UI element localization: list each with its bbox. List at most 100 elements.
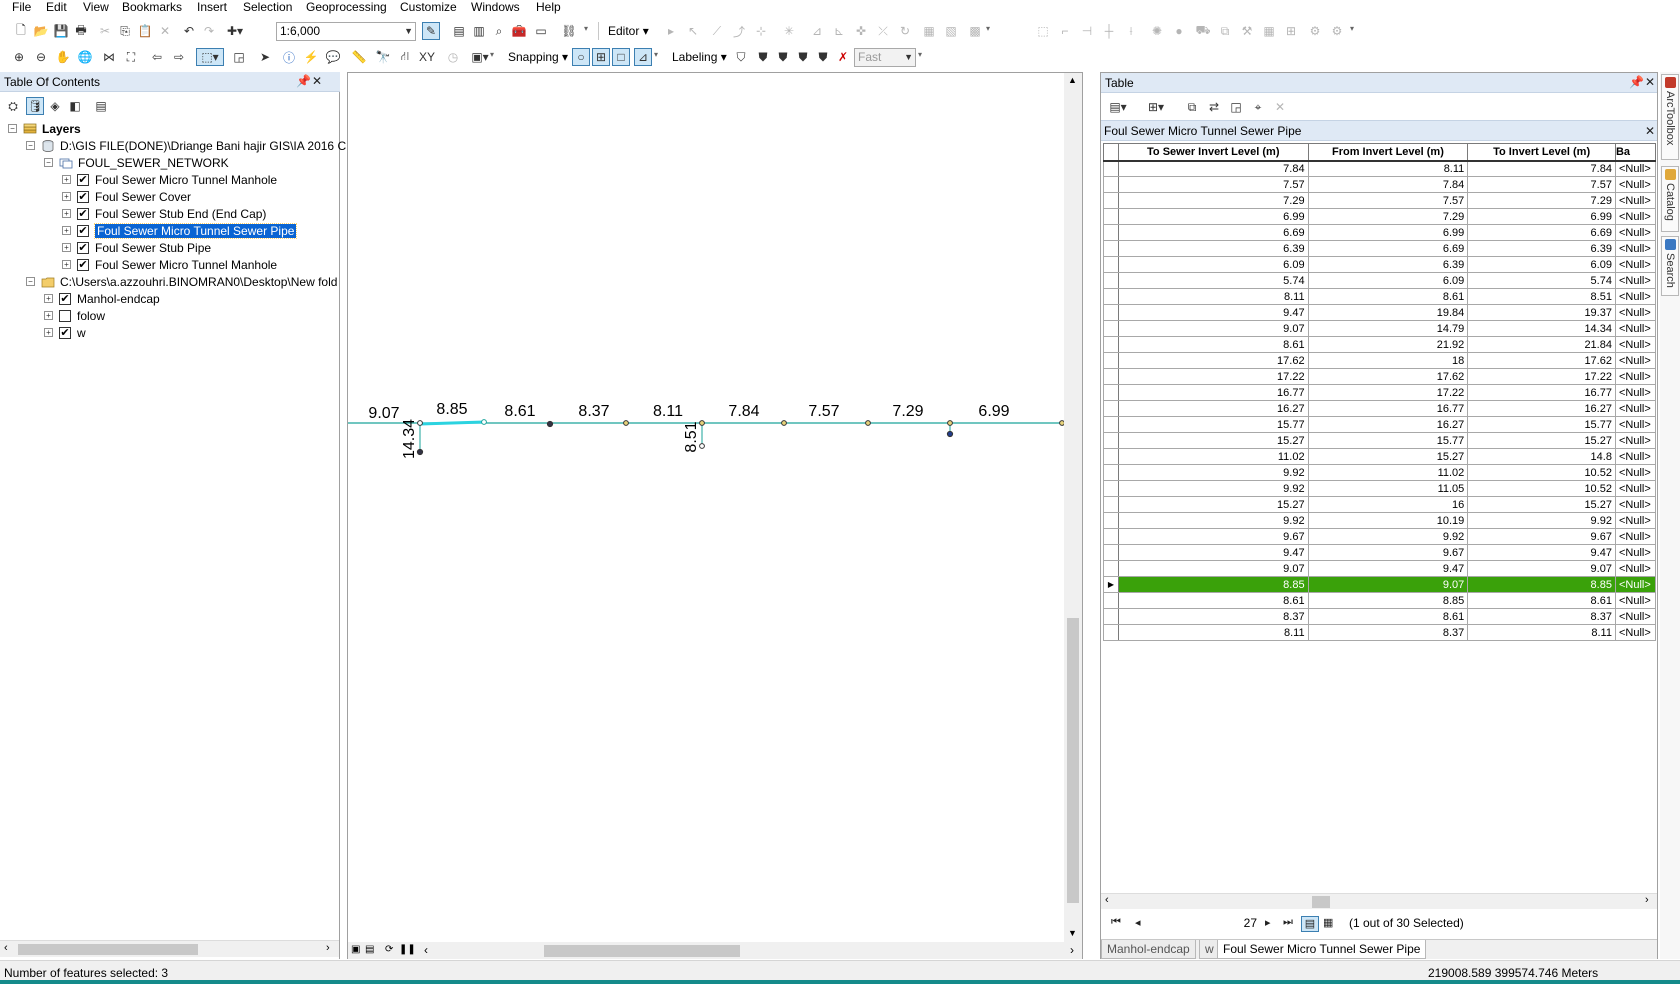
table-row[interactable]: 9.92 11.02 10.52 <Null>	[1103, 464, 1656, 481]
snapping-menu[interactable]: Snapping ▾	[508, 48, 568, 67]
table-cell[interactable]: 17.22	[1467, 368, 1616, 385]
row-selector[interactable]	[1103, 256, 1119, 273]
table-cell[interactable]: <Null>	[1614, 368, 1656, 385]
table-cell[interactable]: 10.19	[1307, 512, 1469, 529]
list-by-drawing-order-icon[interactable]: ⛭	[4, 97, 22, 115]
manhole-point[interactable]	[546, 420, 554, 428]
table-cell[interactable]: 9.67	[1307, 544, 1469, 561]
edit-annotation-icon[interactable]: ↖	[684, 22, 702, 40]
table-cell[interactable]: 8.51	[1467, 288, 1616, 305]
endcap-point[interactable]	[946, 430, 954, 438]
table-cell[interactable]: 15.27	[1307, 448, 1469, 465]
table-cell[interactable]: <Null>	[1614, 288, 1656, 305]
identify-icon[interactable]: ⓘ	[280, 48, 298, 66]
map-view[interactable]: 9.07 8.85 8.61 8.37 8.11 7.84 7.57 7.29 …	[347, 72, 1083, 959]
cut-icon[interactable]: ✂	[96, 22, 114, 40]
editor-menu[interactable]: Editor ▾	[608, 22, 649, 41]
view-unplaced-labels-icon[interactable]: ✗	[834, 48, 852, 66]
lock-labels-icon[interactable]: ⛊	[794, 48, 812, 66]
toolbar-grip-icon[interactable]: ▾	[654, 50, 662, 68]
paste-icon[interactable]: 📋	[136, 22, 154, 40]
layer-visibility-checkbox[interactable]: ✔	[77, 258, 89, 271]
manhole-point[interactable]	[781, 420, 787, 426]
toc-layer-w[interactable]: + ✔ w	[44, 324, 86, 341]
layer-visibility-checkbox[interactable]: ✔	[77, 241, 89, 254]
arctoolbox-tab[interactable]: ArcToolbox	[1661, 74, 1679, 160]
vertex-snapping-icon[interactable]: □	[612, 48, 630, 66]
row-selector[interactable]	[1103, 592, 1119, 609]
table-cell[interactable]: <Null>	[1614, 208, 1656, 225]
row-selector[interactable]	[1103, 192, 1119, 209]
toc-layer-micro-tunnel-sewer-pipe[interactable]: + ✔ Foul Sewer Micro Tunnel Sewer Pipe	[62, 222, 298, 239]
table-row[interactable]: 7.29 7.57 7.29 <Null>	[1103, 192, 1656, 209]
table-cell[interactable]: 9.67	[1467, 528, 1616, 545]
table-cell[interactable]: 7.57	[1117, 176, 1309, 193]
table-cell[interactable]: 6.69	[1307, 240, 1469, 257]
table-cell[interactable]: <Null>	[1614, 464, 1656, 481]
table-cell[interactable]: 11.02	[1307, 464, 1469, 481]
labeling-menu[interactable]: Labeling ▾	[672, 48, 727, 67]
table-row[interactable]: 6.69 6.99 6.69 <Null>	[1103, 224, 1656, 241]
point-icon[interactable]: ✳	[780, 22, 798, 40]
selected-pipe-segment[interactable]	[419, 420, 485, 426]
table-cell[interactable]: 15.77	[1467, 416, 1616, 433]
menu-selection[interactable]: Selection	[243, 0, 292, 14]
editor-toolbar-icon[interactable]: ✎	[422, 22, 440, 40]
table-row[interactable]: 15.77 16.27 15.77 <Null>	[1103, 416, 1656, 433]
menu-file[interactable]: File	[12, 0, 31, 14]
table-cell[interactable]: 7.57	[1467, 176, 1616, 193]
collapse-icon[interactable]: −	[26, 141, 35, 150]
map-vertical-scrollbar[interactable]: ▲ ▼	[1064, 73, 1082, 942]
toolbar-grip-icon[interactable]: ▾	[918, 50, 926, 68]
row-selector[interactable]	[1103, 208, 1119, 225]
table-cell[interactable]: <Null>	[1614, 576, 1656, 593]
end-snapping-icon[interactable]: ⊞	[592, 48, 610, 66]
create-features-icon[interactable]: ▩	[966, 22, 984, 40]
zoom-out-icon[interactable]: ⊖	[32, 48, 50, 66]
table-row[interactable]: 8.37 8.61 8.37 <Null>	[1103, 608, 1656, 625]
next-record-icon[interactable]: ▸	[1265, 916, 1271, 929]
table-cell[interactable]: <Null>	[1614, 592, 1656, 609]
table-cell[interactable]: 6.69	[1117, 224, 1309, 241]
toc-layer-folow[interactable]: + folow	[44, 307, 105, 324]
row-selector[interactable]	[1103, 336, 1119, 353]
related-tables-icon[interactable]: ⊞▾	[1141, 98, 1171, 116]
table-cell[interactable]: 9.07	[1117, 320, 1309, 337]
table-icon[interactable]: ▦	[1260, 22, 1278, 40]
table-row[interactable]: 9.92 10.19 9.92 <Null>	[1103, 512, 1656, 529]
label-priority-icon[interactable]: ⛊	[754, 48, 772, 66]
row-selector[interactable]	[1103, 224, 1119, 241]
html-popup-icon[interactable]: 💬	[324, 48, 342, 66]
table-cell[interactable]: 8.11	[1117, 288, 1309, 305]
scroll-down-icon[interactable]: ▼	[1068, 928, 1077, 938]
attributes-icon[interactable]: ▦	[920, 22, 938, 40]
table-cell[interactable]: 8.61	[1117, 592, 1309, 609]
table-row[interactable]: 17.62 18 17.62 <Null>	[1103, 352, 1656, 369]
table-cell[interactable]: 7.29	[1117, 192, 1309, 209]
catalog-window-icon[interactable]: ▥	[470, 22, 488, 40]
table-cell[interactable]: 6.39	[1117, 240, 1309, 257]
table-row[interactable]: 16.77 17.22 16.77 <Null>	[1103, 384, 1656, 401]
table-cell[interactable]: 7.57	[1307, 192, 1469, 209]
endcap-point[interactable]	[699, 443, 705, 449]
table-cell[interactable]: 17.22	[1117, 368, 1309, 385]
layer-visibility-checkbox[interactable]: ✔	[77, 190, 89, 203]
table-row[interactable]: 7.84 8.11 7.84 <Null>	[1103, 160, 1656, 177]
table-cell[interactable]: 19.37	[1467, 304, 1616, 321]
table-row[interactable]: 6.09 6.39 6.09 <Null>	[1103, 256, 1656, 273]
add-data-icon[interactable]: ✚▾	[226, 22, 244, 40]
delete-selected-icon[interactable]: ✕	[1271, 98, 1289, 116]
table-cell[interactable]: <Null>	[1614, 192, 1656, 209]
toc-layer-foul-sewer-cover[interactable]: + ✔ Foul Sewer Cover	[62, 188, 191, 205]
table-cell[interactable]: 9.92	[1307, 528, 1469, 545]
show-all-records-icon[interactable]: ▤	[1301, 916, 1319, 932]
table-cell[interactable]: <Null>	[1614, 224, 1656, 241]
manhole-point[interactable]	[947, 420, 953, 426]
table-options-icon[interactable]: ▤▾	[1105, 98, 1131, 116]
table-cell[interactable]: 19.84	[1307, 304, 1469, 321]
measure-icon[interactable]: 📏	[350, 48, 368, 66]
search-tab[interactable]: Search	[1661, 236, 1679, 296]
table-row[interactable]: 17.22 17.62 17.22 <Null>	[1103, 368, 1656, 385]
table-cell[interactable]: <Null>	[1614, 432, 1656, 449]
table-cell[interactable]: 6.39	[1307, 256, 1469, 273]
